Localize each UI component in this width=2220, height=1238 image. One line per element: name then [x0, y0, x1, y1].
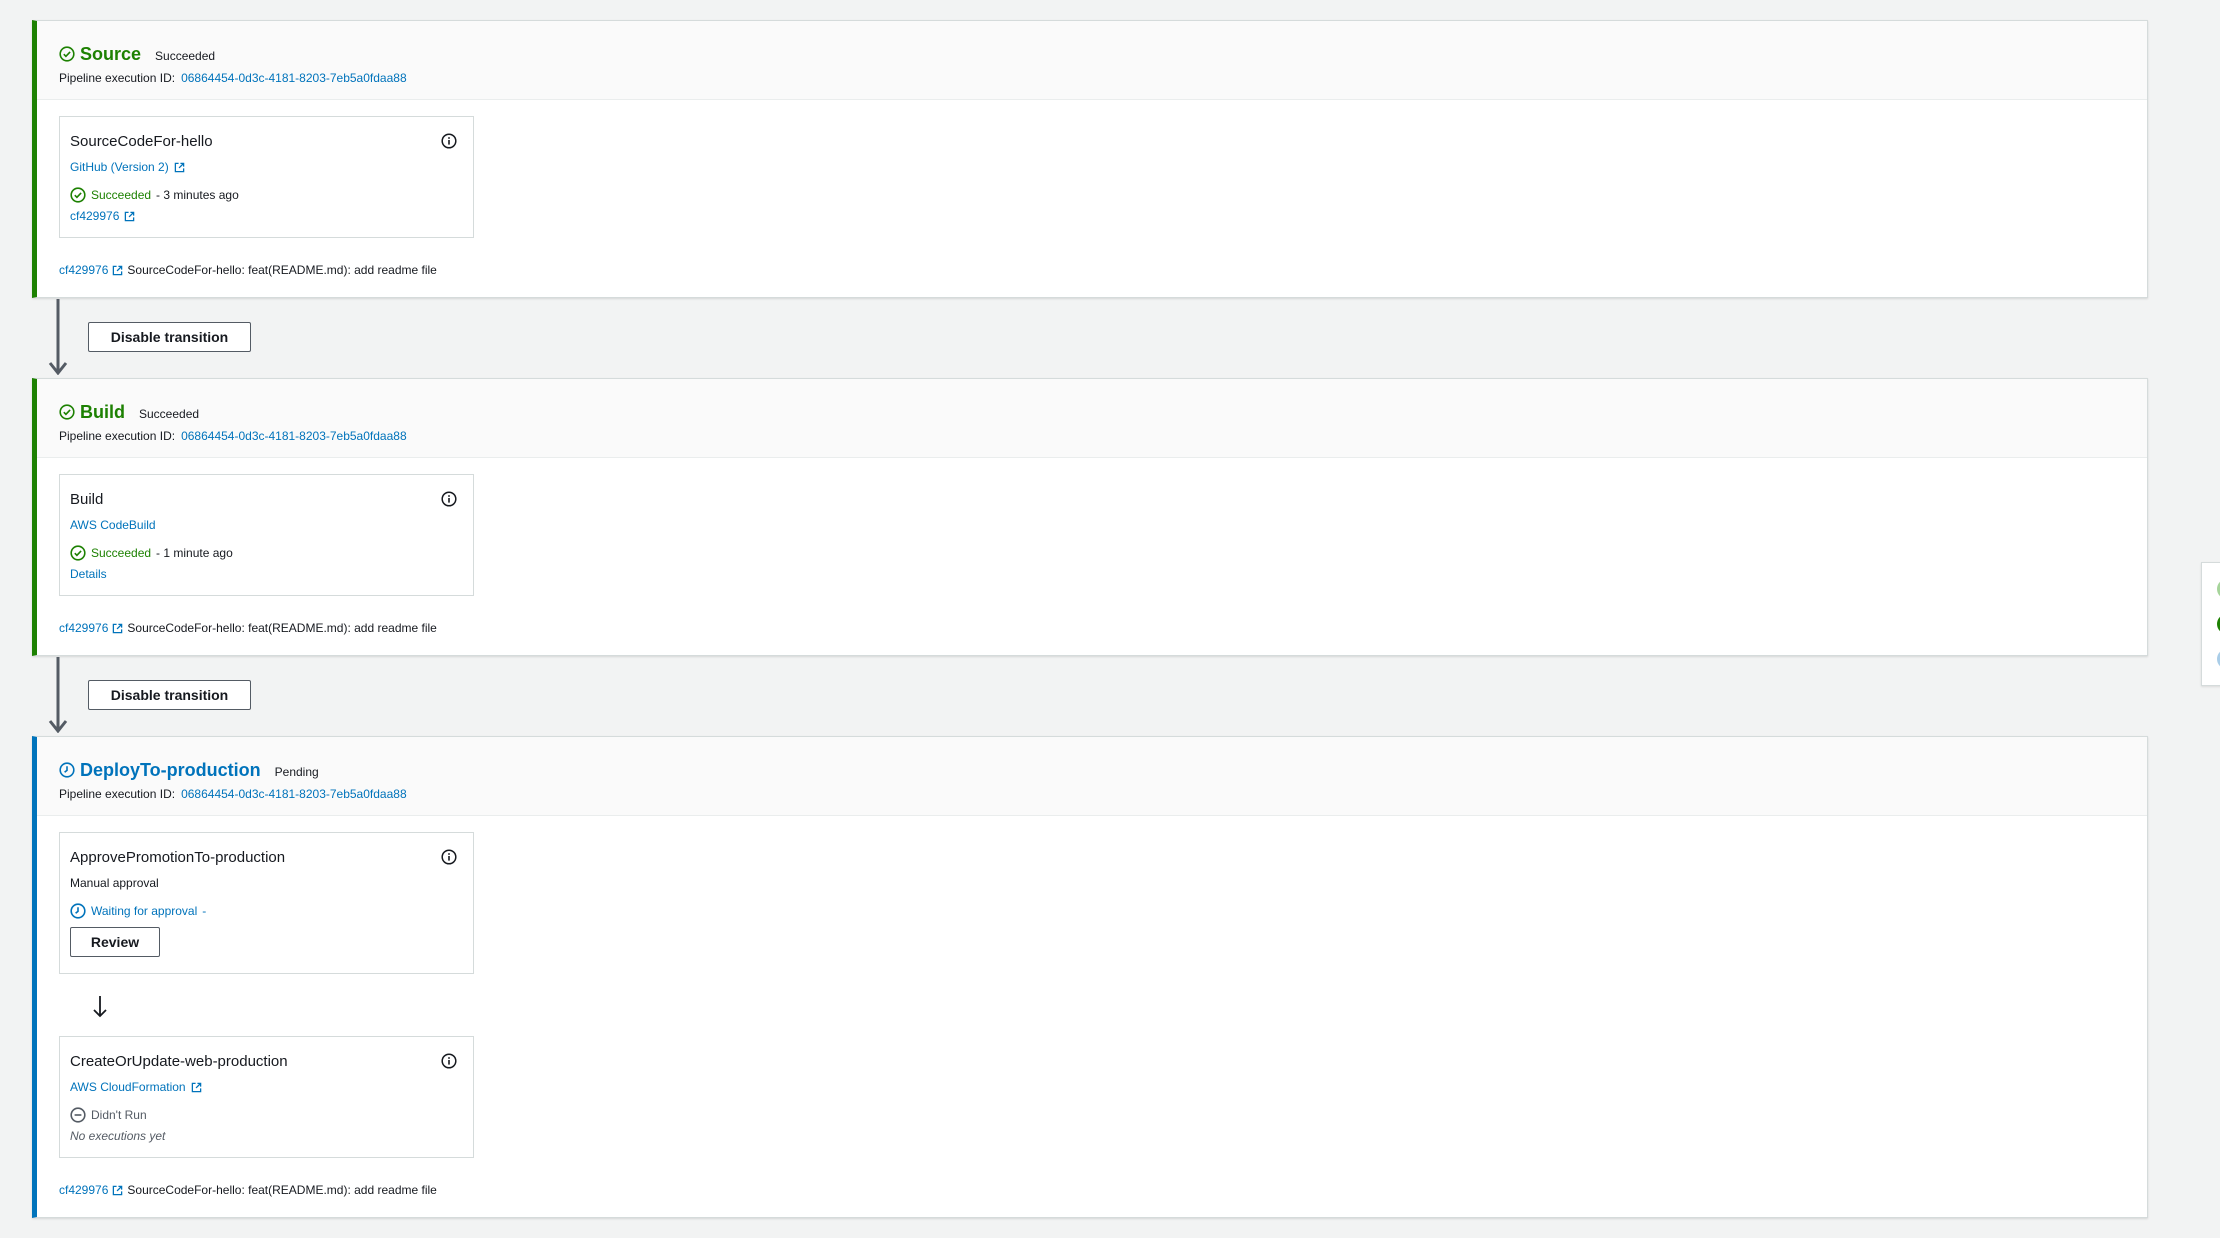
execution-id-link[interactable]: 06864454-0d3c-4181-8203-7eb5a0fdaa88	[181, 787, 407, 801]
external-link-icon	[125, 211, 135, 221]
info-icon[interactable]	[441, 849, 457, 865]
commit-id-link[interactable]: cf429976	[59, 621, 108, 635]
action-time: - 3 minutes ago	[156, 188, 239, 202]
action-status: Succeeded	[91, 188, 152, 202]
stage-commit: cf429976 SourceCodeFor-hello: feat(READM…	[59, 263, 437, 277]
stage-header: DeployTo-production Pending Pipeline exe…	[37, 737, 2147, 816]
provider-link[interactable]: AWS CodeBuild	[70, 518, 156, 532]
stage-source: Source Succeeded Pipeline execution ID: …	[32, 20, 2148, 298]
clock-icon	[70, 903, 86, 919]
stage-name: Build	[80, 401, 125, 422]
check-circle-icon	[70, 187, 86, 203]
action-status: Succeeded	[91, 546, 152, 560]
commit-link[interactable]: cf429976	[70, 209, 119, 223]
external-link-icon	[174, 162, 184, 172]
stage-build: Build Succeeded Pipeline execution ID: 0…	[32, 378, 2148, 656]
check-circle-icon	[59, 404, 75, 420]
provider-label: Manual approval	[70, 876, 159, 890]
action-arrow-icon	[93, 996, 107, 1018]
stage-name: Source	[80, 43, 142, 64]
stage-source-indicator-icon[interactable]	[2215, 577, 2220, 601]
info-icon[interactable]	[441, 133, 457, 149]
action-time: - 1 minute ago	[156, 546, 233, 560]
action-name: Build	[70, 491, 104, 508]
no-executions-text: No executions yet	[70, 1129, 166, 1143]
external-link-icon	[113, 265, 123, 275]
action-card-build: Build AWS CodeBuild Succeeded - 1 minute…	[59, 474, 474, 596]
stage-commit: cf429976 SourceCodeFor-hello: feat(READM…	[59, 1183, 437, 1197]
action-card-source: SourceCodeFor-hello GitHub (Version 2) S…	[59, 116, 474, 238]
disable-transition-button[interactable]: Disable transition	[88, 322, 251, 352]
action-status: Waiting for approval	[91, 904, 198, 918]
commit-message: SourceCodeFor-hello: feat(README.md): ad…	[127, 263, 437, 277]
execution-id-label: Pipeline execution ID:	[59, 429, 176, 443]
review-button[interactable]: Review	[70, 927, 160, 957]
execution-id-link[interactable]: 06864454-0d3c-4181-8203-7eb5a0fdaa88	[181, 71, 407, 85]
info-icon[interactable]	[441, 1053, 457, 1069]
action-time: -	[202, 904, 207, 918]
stage-name: DeployTo-production	[80, 759, 261, 780]
action-status: Didn't Run	[91, 1108, 147, 1122]
check-circle-icon	[59, 46, 75, 62]
action-name: SourceCodeFor-hello	[70, 133, 213, 150]
stage-deploy-indicator-icon[interactable]	[2215, 647, 2220, 671]
execution-id-label: Pipeline execution ID:	[59, 71, 176, 85]
stage-commit: cf429976 SourceCodeFor-hello: feat(READM…	[59, 621, 437, 635]
execution-id-label: Pipeline execution ID:	[59, 787, 176, 801]
stage-status: Succeeded	[139, 407, 200, 421]
stage-header: Source Succeeded Pipeline execution ID: …	[37, 21, 2147, 100]
commit-message: SourceCodeFor-hello: feat(README.md): ad…	[127, 621, 437, 635]
details-link[interactable]: Details	[70, 567, 107, 581]
action-card-cloudformation: CreateOrUpdate-web-production AWS CloudF…	[59, 1036, 474, 1158]
action-name: ApprovePromotionTo-production	[70, 849, 286, 866]
execution-id-link[interactable]: 06864454-0d3c-4181-8203-7eb5a0fdaa88	[181, 429, 407, 443]
minus-circle-icon	[70, 1107, 86, 1123]
check-circle-icon	[70, 545, 86, 561]
disable-transition-button[interactable]: Disable transition	[88, 680, 251, 710]
stage-navigator	[2201, 562, 2220, 686]
transition-arrow-icon	[48, 657, 68, 733]
commit-id-link[interactable]: cf429976	[59, 1183, 108, 1197]
provider-link[interactable]: AWS CloudFormation	[70, 1080, 186, 1094]
stage-header: Build Succeeded Pipeline execution ID: 0…	[37, 379, 2147, 458]
commit-message: SourceCodeFor-hello: feat(README.md): ad…	[127, 1183, 437, 1197]
external-link-icon	[113, 1185, 123, 1195]
stage-status: Succeeded	[155, 49, 216, 63]
action-name: CreateOrUpdate-web-production	[70, 1053, 288, 1070]
clock-icon	[59, 762, 75, 778]
transition-arrow-icon	[48, 299, 68, 375]
stage-deploy-production: DeployTo-production Pending Pipeline exe…	[32, 736, 2148, 1218]
action-card-approval: ApprovePromotionTo-production Manual app…	[59, 832, 474, 974]
commit-id-link[interactable]: cf429976	[59, 263, 108, 277]
stage-build-indicator-icon[interactable]	[2215, 612, 2220, 636]
info-icon[interactable]	[441, 491, 457, 507]
provider-link[interactable]: GitHub (Version 2)	[70, 160, 169, 174]
stage-status: Pending	[274, 765, 319, 779]
external-link-icon	[113, 623, 123, 633]
external-link-icon	[191, 1082, 201, 1092]
